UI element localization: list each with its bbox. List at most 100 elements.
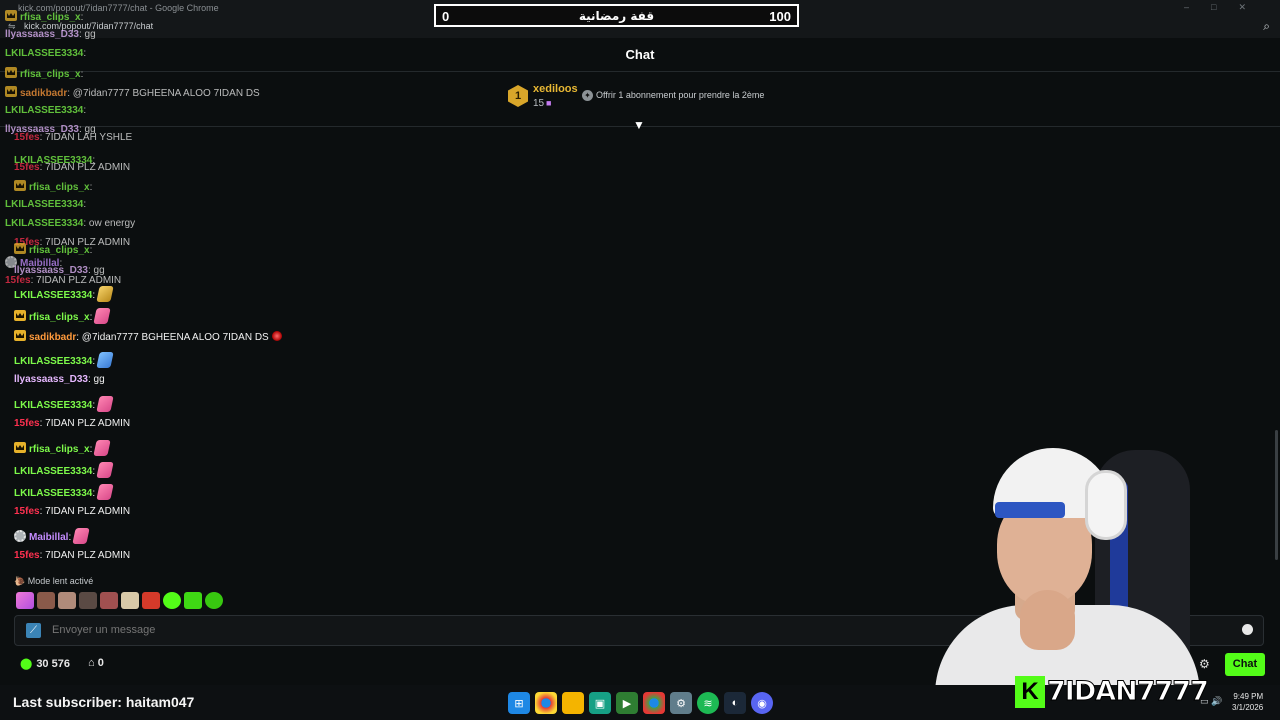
chat-text: : [80,12,84,23]
emote-kick-2[interactable] [184,592,202,609]
kick-logo: K [1015,676,1045,708]
chat-text: : gg [78,29,96,40]
subscriber-crown-icon [5,10,17,21]
chat-message: LKILASSEE3334: [14,286,114,302]
chat-text: : gg [87,374,105,385]
emote-face-3[interactable] [79,592,97,609]
chat-username[interactable]: rfisa_clips_x [29,245,90,256]
chat-scrollbar[interactable] [1275,430,1278,560]
chat-text: : [89,182,93,193]
headphones [1085,470,1127,540]
send-chat-button[interactable]: Chat [1225,653,1265,676]
chat-username[interactable]: 15fes [14,418,40,429]
clock-time: 9:49 PM [1233,692,1264,701]
chat-username[interactable]: LKILASSEE3334 [5,199,83,210]
ghost-chat-message: LKILASSEE3334: ow energy [5,218,135,230]
ghost-chat-message: rfisa_clips_x: [5,67,83,81]
windows-start-icon[interactable]: ⊞ [508,692,530,714]
chat-emote [96,396,114,412]
chat-text: : [89,444,93,455]
emote-face-5[interactable] [121,592,139,609]
emote-kick-1[interactable] [163,592,181,609]
chat-username[interactable]: LKILASSEE3334 [14,290,92,301]
chat-username[interactable]: LKILASSEE3334 [5,105,83,116]
chat-username[interactable]: rfisa_clips_x [20,12,81,23]
emoji-picker-icon[interactable] [1242,624,1253,635]
stream-overlay-page: kick.com/popout/7idan7777/chat - Google … [0,0,1280,720]
chat-emote [96,352,114,368]
chat-emote [93,440,112,456]
spotify-icon[interactable]: ≋ [697,692,719,714]
chat-username[interactable]: rfisa_clips_x [20,69,81,80]
chat-username[interactable]: LKILASSEE3334 [14,466,92,477]
chat-username[interactable]: rfisa_clips_x [29,312,90,323]
ghost-chat-message: 15fes: 7IDAN LAH YSHLE [14,132,132,144]
gift-offer-text[interactable]: Offrir 1 abonnement pour prendre la 2ème [596,90,764,100]
kick-app-icon[interactable]: ▶ [616,692,638,714]
gifter-name[interactable]: xediloos [533,83,578,95]
chat-text: : 7IDAN PLZ ADMIN [30,275,122,286]
chat-username[interactable]: llyassaass_D33 [14,374,88,385]
channel-points[interactable]: ⬤ 30 576 [20,657,70,670]
chat-emote [96,286,114,302]
store-button[interactable]: ⌂ 0 [88,657,104,669]
chat-text: : [92,400,96,411]
system-clock[interactable]: 9:49 PM 3/1/2026 [1232,691,1263,713]
chrome-icon[interactable] [535,692,557,714]
obs-app-icon[interactable]: ▣ [589,692,611,714]
chat-username[interactable]: 15fes [14,162,40,173]
chat-message: LKILASSEE3334: [14,396,114,412]
chat-text: : @7idan7777 BGHEENA ALOO 7IDAN DS [67,88,260,99]
last-subscriber: Last subscriber: haitam047 [13,694,195,710]
emote-face-2[interactable] [58,592,76,609]
chat-username[interactable]: sadikbadr [29,332,76,343]
emote-face-6[interactable] [142,592,160,609]
ghost-chat-message: llyassaass_D33: gg [5,29,96,41]
settings-gear-icon[interactable]: ⚙ [1199,657,1210,671]
streamer-name: 7IDAN7777 [1047,676,1210,708]
gifter-count: 15 [533,98,545,109]
chat-text: : [89,312,93,323]
chat-emote [96,484,114,500]
chat-username[interactable]: sadikbadr [20,88,67,99]
emote-butterfly[interactable] [16,592,34,609]
chat-username[interactable]: LKILASSEE3334 [14,356,92,367]
webcam-feed [935,440,1200,685]
chat-username[interactable]: LKILASSEE3334 [14,488,92,499]
emote-face-4[interactable] [100,592,118,609]
chat-message: LKILASSEE3334: [14,484,114,500]
zoom-icon[interactable]: ⌕ [1263,19,1270,34]
ghost-chat-message: LKILASSEE3334: [5,199,86,211]
scroll-to-bottom-icon[interactable]: ▼ [633,118,645,132]
snail-icon: 🐌 [14,576,26,586]
chat-text: : ow energy [83,218,136,229]
system-tray-icons[interactable]: ▭ 🔊 [1200,696,1222,707]
steam-icon[interactable]: ◐ [724,692,746,714]
chat-username[interactable]: 15fes [5,275,31,286]
chat-username[interactable]: LKILASSEE3334 [14,400,92,411]
chat-username[interactable]: llyassaass_D33 [5,29,79,40]
chat-message: LKILASSEE3334: [14,462,114,478]
chat-username[interactable]: LKILASSEE3334 [5,48,83,59]
chat-message: sadikbadr: @7idan7777 BGHEENA ALOO 7IDAN… [14,330,282,344]
chat-username[interactable]: LKILASSEE3334 [5,218,83,229]
chat-text: : 7IDAN PLZ ADMIN [39,506,131,517]
discord-icon[interactable]: ◉ [751,692,773,714]
windows-taskbar: ⊞ ▣ ▶ ⚙ ≋ ◐ ◉ [508,692,773,714]
chrome-active-icon[interactable] [643,692,665,714]
chat-message: LKILASSEE3334: [14,352,114,368]
emote-kick-3[interactable] [205,592,223,609]
chat-message: llyassaass_D33: gg [14,374,105,386]
settings-app-icon[interactable]: ⚙ [670,692,692,714]
chat-username[interactable]: Maibillal [29,532,68,543]
subscriber-crown-icon [5,86,17,97]
chat-username[interactable]: rfisa_clips_x [29,182,90,193]
chat-username[interactable]: 15fes [14,550,40,561]
window-controls[interactable]: –□✕ [1184,2,1268,13]
chat-username[interactable]: 15fes [14,506,40,517]
file-explorer-icon[interactable] [562,692,584,714]
kick-emote-icon[interactable]: ⟋ [26,623,41,638]
chat-username[interactable]: rfisa_clips_x [29,444,90,455]
emote-face-1[interactable] [37,592,55,609]
chat-username[interactable]: 15fes [14,132,40,143]
